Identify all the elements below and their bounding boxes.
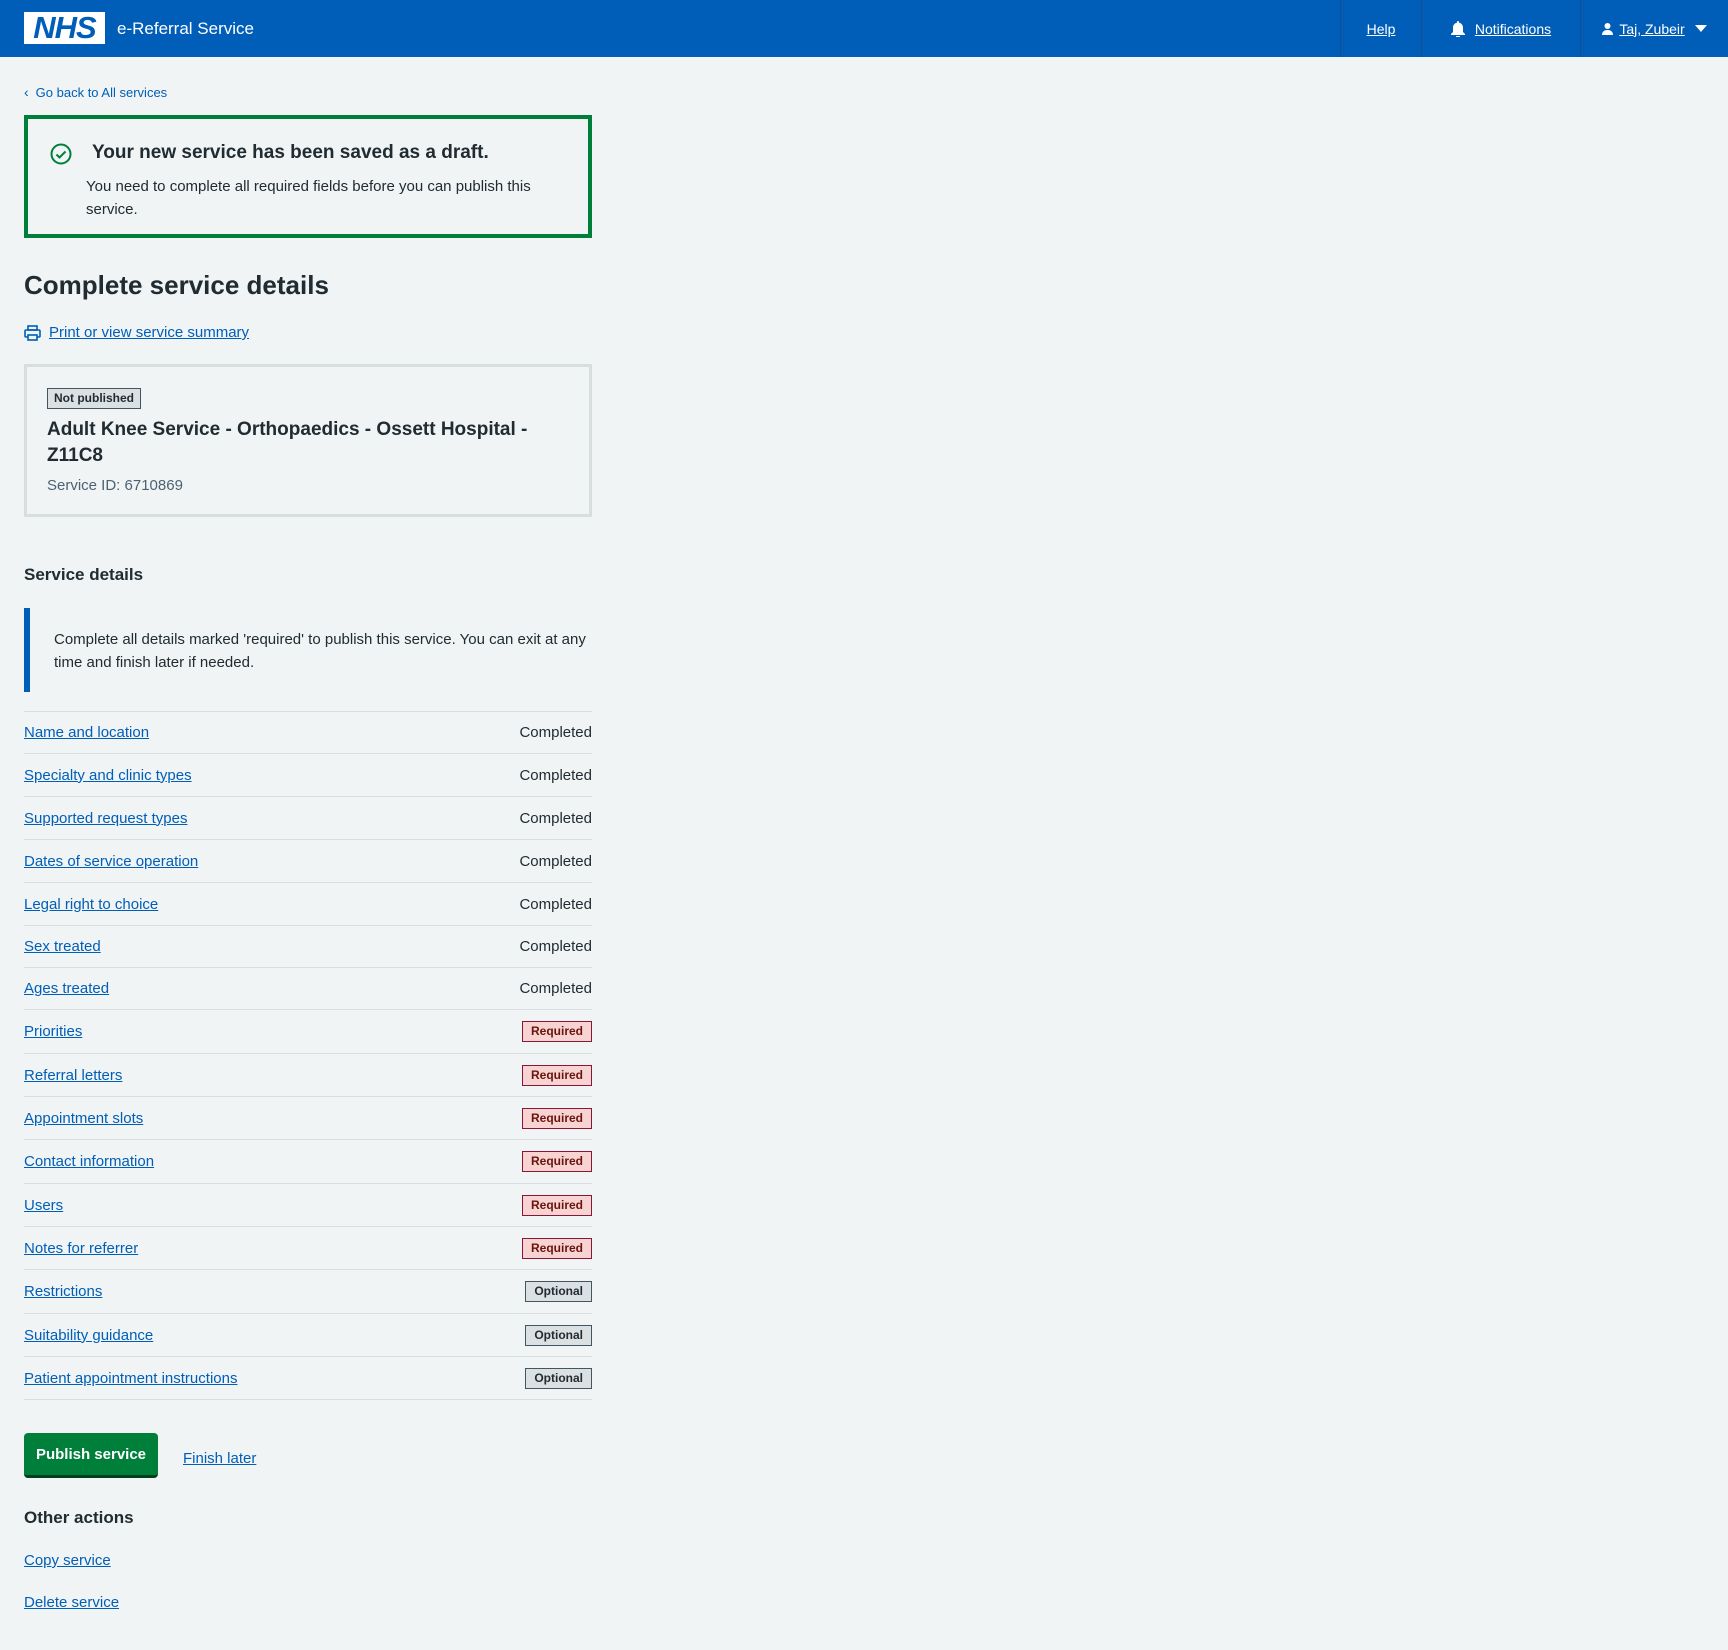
task-link[interactable]: Contact information: [24, 1153, 154, 1170]
other-actions-title: Other actions: [24, 1508, 134, 1527]
task-row: Specialty and clinic types Completed: [24, 753, 592, 796]
task-link[interactable]: Priorities: [24, 1023, 82, 1040]
task-row: Ages treated Completed: [24, 967, 592, 1009]
required-badge: Required: [521, 1237, 592, 1259]
task-row: Sex treated Completed: [24, 925, 592, 967]
required-badge: Required: [521, 1151, 592, 1172]
check-circle-icon: [50, 143, 72, 165]
user-menu[interactable]: Taj, Zubeir: [1580, 0, 1728, 57]
task-link[interactable]: Legal right to choice: [24, 896, 158, 913]
task-link[interactable]: Referral letters: [24, 1067, 122, 1084]
required-badge: Required: [521, 1021, 592, 1042]
task-row: Suitability guidance Optional: [24, 1313, 592, 1356]
delete-service-link[interactable]: Delete service: [24, 1594, 119, 1611]
notifications-link[interactable]: Notifications: [1421, 0, 1580, 57]
task-link[interactable]: Specialty and clinic types: [24, 767, 192, 784]
task-link[interactable]: Patient appointment instructions: [24, 1370, 237, 1387]
optional-badge: Optional: [525, 1367, 592, 1389]
completed-status: Completed: [519, 809, 592, 827]
page-title: Complete service details: [24, 270, 329, 300]
header-nav: Help Notifications Taj, Zubeir: [1340, 0, 1728, 57]
task-link[interactable]: Sex treated: [24, 938, 101, 955]
task-link[interactable]: Suitability guidance: [24, 1327, 153, 1344]
copy-service-link[interactable]: Copy service: [24, 1552, 111, 1569]
help-link[interactable]: Help: [1340, 0, 1421, 57]
task-link[interactable]: Name and location: [24, 724, 149, 741]
task-row: Patient appointment instructions Optional: [24, 1356, 592, 1400]
status-badge: Not published: [47, 388, 141, 409]
task-row: Name and location Completed: [24, 711, 592, 753]
task-row: Appointment slots Required: [24, 1096, 592, 1139]
service-name: e-Referral Service: [117, 19, 254, 38]
required-badge: Required: [521, 1064, 592, 1086]
task-link[interactable]: Supported request types: [24, 810, 187, 827]
back-link-label: Go back to All services: [35, 84, 168, 100]
top-header: NHS e-Referral Service Help Notification…: [0, 0, 1728, 57]
notifications-label: Notifications: [1474, 20, 1552, 37]
completed-status: Completed: [519, 980, 592, 997]
task-link[interactable]: Appointment slots: [24, 1110, 143, 1127]
task-link[interactable]: Users: [24, 1197, 63, 1214]
required-badge: Required: [521, 1107, 592, 1129]
task-row: Contact information Required: [24, 1139, 592, 1183]
required-badge: Required: [521, 1194, 592, 1216]
back-link[interactable]: ‹ Go back to All services: [24, 84, 167, 100]
task-row: Priorities Required: [24, 1009, 592, 1053]
chevron-left-icon: ‹: [24, 84, 29, 100]
service-summary-card: Not published Adult Knee Service - Ortho…: [24, 364, 592, 517]
task-link[interactable]: Restrictions: [24, 1283, 102, 1300]
service-id: Service ID: 6710869: [47, 477, 183, 494]
task-row: Supported request types Completed: [24, 796, 592, 839]
task-list: Name and location Completed Specialty and …: [24, 711, 592, 1400]
task-row: Referral letters Required: [24, 1053, 592, 1096]
inset-text: Complete all details marked 'required' t…: [24, 608, 592, 692]
completed-status: Completed: [519, 766, 592, 784]
completed-status: Completed: [519, 724, 592, 741]
print-summary-label: Print or view service summary: [49, 324, 250, 341]
task-row: Notes for referrer Required: [24, 1226, 592, 1269]
task-link[interactable]: Notes for referrer: [24, 1240, 138, 1257]
success-banner: Your new service has been saved as a dra…: [24, 115, 592, 238]
task-link[interactable]: Dates of service operation: [24, 853, 198, 870]
section-title: Service details: [24, 565, 144, 584]
task-row: Dates of service operation Completed: [24, 839, 592, 882]
bell-icon: [1450, 20, 1465, 37]
completed-status: Completed: [519, 895, 592, 913]
finish-later-link[interactable]: Finish later: [183, 1450, 256, 1467]
chevron-down-icon: [1694, 25, 1707, 32]
completed-status: Completed: [519, 938, 592, 955]
task-row: Legal right to choice Completed: [24, 882, 592, 925]
user-icon: [1602, 22, 1614, 35]
task-row: Users Required: [24, 1183, 592, 1226]
optional-badge: Optional: [525, 1281, 592, 1302]
task-link[interactable]: Ages treated: [24, 980, 109, 997]
service-title: Adult Knee Service - Orthopaedics - Osse…: [47, 419, 528, 466]
banner-body: You need to complete all required fields…: [86, 178, 531, 218]
banner-title: Your new service has been saved as a dra…: [92, 142, 489, 163]
completed-status: Completed: [519, 852, 592, 870]
task-row: Restrictions Optional: [24, 1269, 592, 1313]
print-summary-link[interactable]: Print or view service summary: [24, 324, 249, 341]
nhs-logo[interactable]: NHS: [24, 12, 105, 44]
printer-icon: [24, 324, 41, 341]
user-name: Taj, Zubeir: [1619, 20, 1685, 37]
optional-badge: Optional: [525, 1324, 592, 1346]
help-label: Help: [1366, 20, 1396, 37]
publish-service-button[interactable]: Publish service: [24, 1433, 158, 1478]
